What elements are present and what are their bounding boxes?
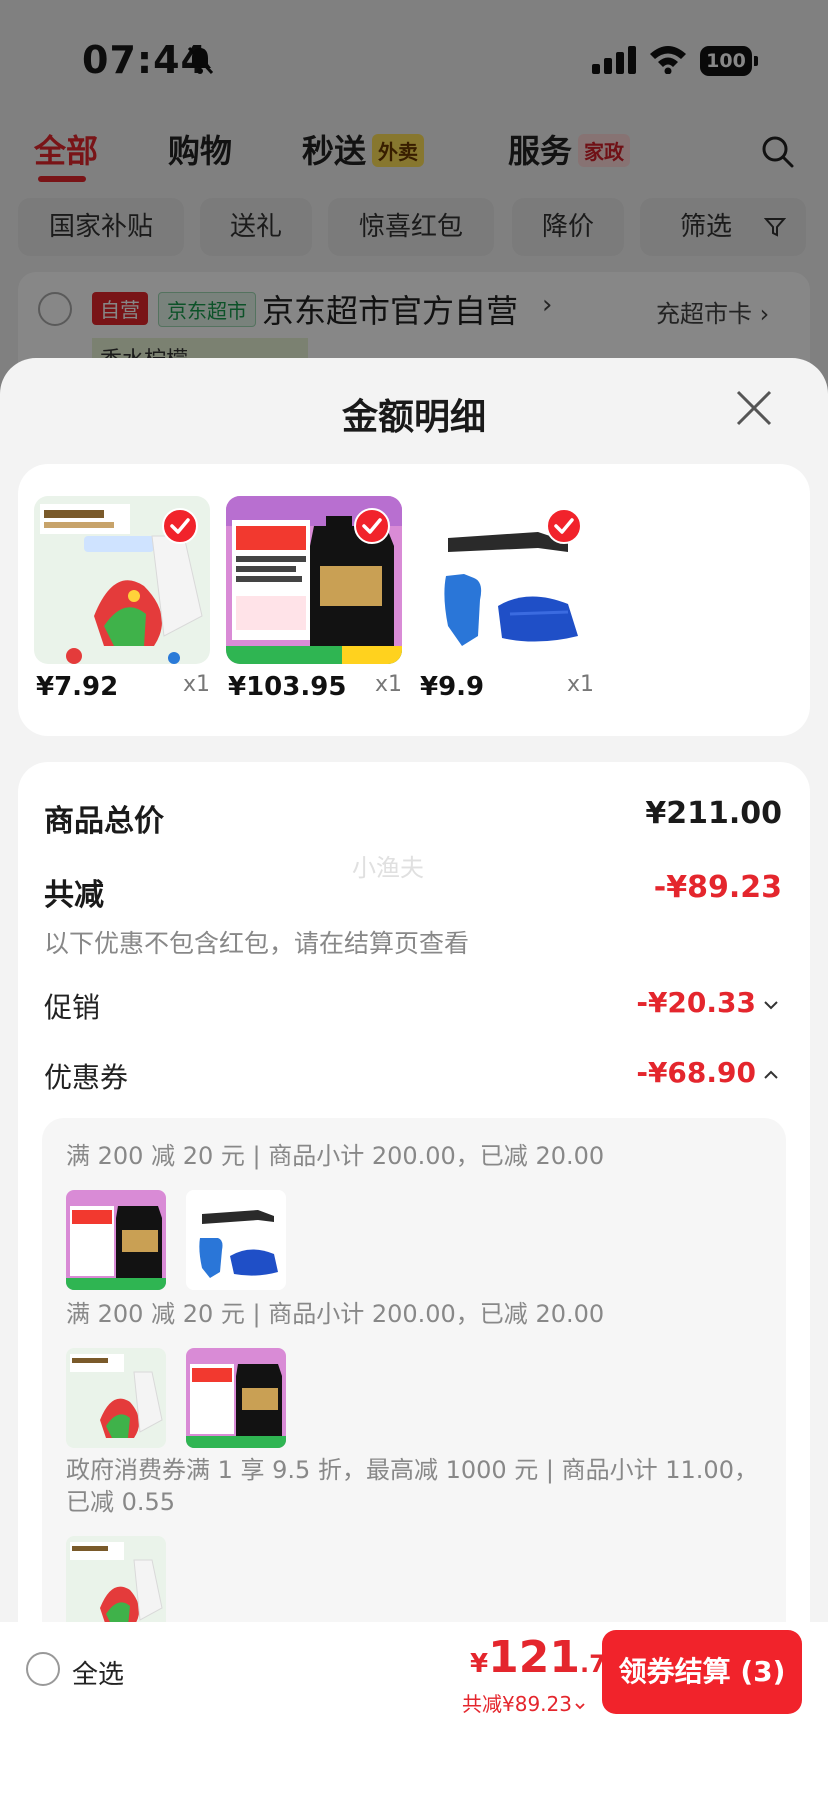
- product-item[interactable]: ¥103.95 x1: [226, 496, 402, 702]
- select-all-label[interactable]: 全选: [72, 1654, 124, 1691]
- product-qty: x1: [566, 672, 594, 697]
- close-icon[interactable]: [734, 388, 774, 428]
- checkout-bar: 全选 ¥121.77 共减¥89.23 领券结算 (3): [0, 1622, 828, 1796]
- total-price-label: 商品总价: [44, 804, 164, 839]
- discount-summary-toggle[interactable]: 共减¥89.23: [462, 1688, 586, 1717]
- discount-note: 以下优惠不包含红包，请在结算页查看: [44, 929, 470, 958]
- watermark: 小渔夫: [352, 854, 424, 882]
- checked-icon: [354, 508, 390, 544]
- product-price: ¥103.95: [228, 672, 347, 702]
- product-price: ¥9.9: [420, 672, 485, 702]
- coupon-rule: 满 200 减 20 元 | 商品小计 200.00，已减 20.00: [66, 1300, 605, 1328]
- checkout-button[interactable]: 领券结算 (3): [602, 1630, 802, 1714]
- discount-value: -¥89.23: [653, 870, 782, 905]
- chevron-up-icon[interactable]: [762, 1066, 780, 1084]
- discount-label: 共减: [44, 878, 104, 913]
- currency-symbol: ¥: [470, 1649, 489, 1679]
- checked-icon: [162, 508, 198, 544]
- coupon-label[interactable]: 优惠券: [44, 1056, 128, 1096]
- coupon-item-thumb: [186, 1190, 286, 1290]
- product-image-engine-oil: [226, 496, 402, 664]
- product-image-cleaning-kit: [418, 496, 594, 664]
- product-item[interactable]: ¥9.9 x1: [418, 496, 594, 702]
- discount-summary: 共减¥89.23: [462, 1692, 572, 1716]
- sheet-title: 金额明细: [341, 397, 486, 438]
- product-qty: x1: [182, 672, 210, 697]
- product-qty: x1: [374, 672, 402, 697]
- amount-detail-sheet: 金额明细 ¥7.92 x1 ¥103.95 x1 ¥9.9 x1 商品总价 ¥2…: [0, 358, 828, 1796]
- chevron-down-icon: [575, 1702, 585, 1709]
- coupon-item-thumb: [66, 1190, 166, 1290]
- coupon-rule: 政府消费券满 1 享 9.5 折，最高减 1000 元 | 商品小计 11.00…: [66, 1456, 758, 1516]
- price-integer: 121: [488, 1632, 580, 1683]
- select-all-radio[interactable]: [26, 1652, 60, 1686]
- product-price: ¥7.92: [36, 672, 119, 702]
- coupon-rule: 满 200 减 20 元 | 商品小计 200.00，已减 20.00: [66, 1142, 605, 1170]
- coupon-value[interactable]: -¥68.90: [636, 1056, 756, 1089]
- checked-icon: [546, 508, 582, 544]
- selected-items-card: ¥7.92 x1 ¥103.95 x1 ¥9.9 x1: [18, 464, 810, 736]
- coupon-item-thumb: [66, 1536, 166, 1636]
- total-price-value: ¥211.00: [645, 796, 782, 831]
- coupon-item-thumb: [186, 1348, 286, 1448]
- promotion-label[interactable]: 促销: [44, 986, 100, 1026]
- product-item[interactable]: ¥7.92 x1: [34, 496, 210, 702]
- total-price: ¥121.77: [470, 1632, 622, 1692]
- product-image-gloves: [34, 496, 210, 664]
- chevron-down-icon[interactable]: [762, 996, 780, 1014]
- promotion-value[interactable]: -¥20.33: [636, 986, 756, 1019]
- coupon-item-thumb: [66, 1348, 166, 1448]
